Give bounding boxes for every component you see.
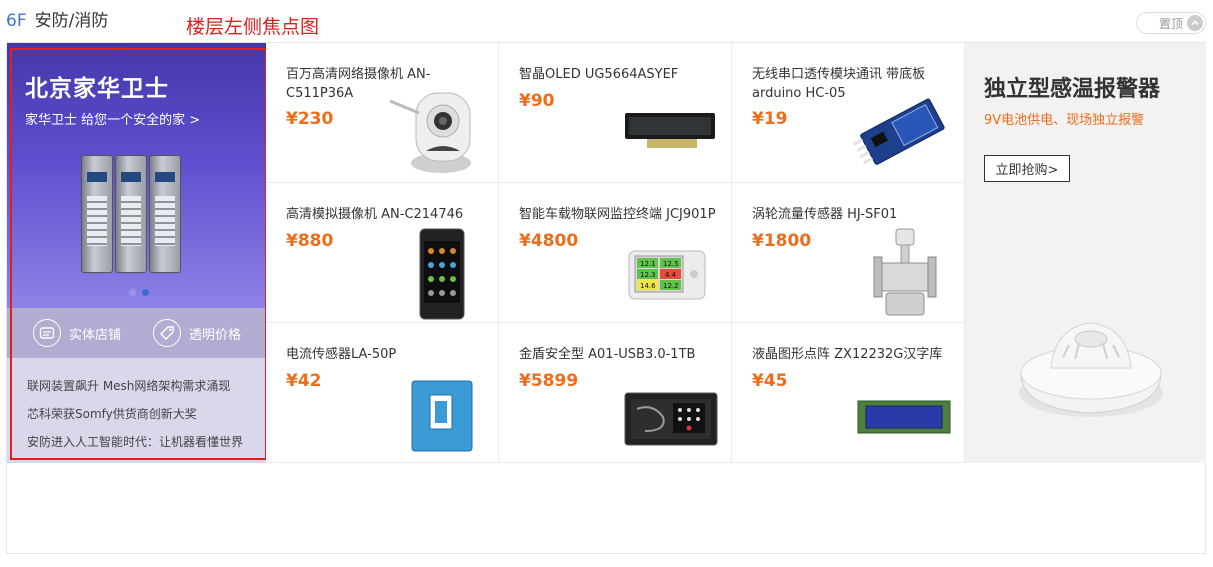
bluetooth-module-icon xyxy=(853,98,945,165)
service-price[interactable]: 透明价格 xyxy=(152,319,241,347)
product-name[interactable]: 液晶图形点阵 ZX12232G汉字库 xyxy=(752,345,956,364)
floor-container: 北京家华卫士 家华卫士 给您一个安全的家 > 实体店铺 透明价格 联网装置飙升 … xyxy=(6,42,1206,554)
chevron-up-icon xyxy=(1187,15,1203,31)
floor-title[interactable]: 安防/消防 xyxy=(35,6,109,31)
price-tag-icon xyxy=(152,319,181,347)
intercom-panel xyxy=(115,155,147,273)
secure-drive-case-icon xyxy=(624,392,718,446)
terminal-readout: 12.2 xyxy=(663,282,679,290)
flow-sensor-icon xyxy=(873,228,937,316)
promo-ad[interactable]: 独立型感温报警器 9V电池供电、现场独立报警 立即抢购> xyxy=(965,43,1206,463)
product-price: ¥880 xyxy=(286,231,334,251)
product-card[interactable]: 百万高清网络摄像机 AN-C511P36A ¥230 xyxy=(266,43,499,183)
product-name[interactable]: 高清模拟摄像机 AN-C214746 xyxy=(286,205,490,224)
product-name[interactable]: 智能车载物联网监控终端 JCJ901P xyxy=(519,205,723,224)
terminal-display-icon: 12.1 12.5 12.3 4.4 14.6 12.2 xyxy=(628,250,706,300)
product-price: ¥90 xyxy=(519,91,555,111)
service-store-label: 实体店铺 xyxy=(68,327,121,343)
back-to-top-label: 置顶 xyxy=(1158,16,1183,31)
carousel-dot[interactable] xyxy=(129,289,136,296)
ad-subtitle: 9V电池供电、现场独立报警 xyxy=(984,113,1145,128)
ad-title: 独立型感温报警器 xyxy=(984,77,1161,102)
webcam-icon xyxy=(389,92,471,173)
product-price: ¥42 xyxy=(286,371,322,391)
terminal-readout: 12.5 xyxy=(663,260,679,268)
product-name[interactable]: 涡轮流量传感器 HJ-SF01 xyxy=(752,205,956,224)
intercom-panel xyxy=(81,155,113,273)
door-intercom-image xyxy=(81,155,191,275)
floor-header: 6F 安防/消防 xyxy=(6,6,108,36)
product-price: ¥4800 xyxy=(519,231,579,251)
carousel-dots xyxy=(129,289,149,296)
product-card[interactable]: 高清模拟摄像机 AN-C214746 ¥880 xyxy=(266,183,499,323)
product-price: ¥19 xyxy=(752,109,788,129)
product-card[interactable]: 涡轮流量传感器 HJ-SF01 ¥1800 xyxy=(732,183,965,323)
product-card[interactable]: 电流传感器LA-50P ¥42 xyxy=(266,323,499,463)
terminal-readout: 12.1 xyxy=(640,260,656,268)
focus-annotation-label: 楼层左侧焦点图 xyxy=(186,16,320,38)
news-item[interactable]: 联网装置飙升 Mesh网络架构需求涌现 xyxy=(27,372,267,400)
intercom-panel xyxy=(149,155,181,273)
terminal-readout: 14.6 xyxy=(640,282,656,290)
terminal-readout: 4.4 xyxy=(665,271,677,279)
oled-module-icon xyxy=(625,113,715,148)
smoke-detector-icon xyxy=(1019,322,1163,417)
store-icon xyxy=(32,319,61,347)
product-name[interactable]: 电流传感器LA-50P xyxy=(286,345,490,364)
service-bar: 实体店铺 透明价格 xyxy=(7,308,267,358)
focus-carousel: 北京家华卫士 家华卫士 给您一个安全的家 > 实体店铺 透明价格 联网装置飙升 … xyxy=(7,43,267,463)
current-sensor-icon xyxy=(411,380,473,452)
product-card[interactable]: 智能车载物联网监控终端 JCJ901P ¥4800 12.1 12.5 12.3… xyxy=(499,183,732,323)
buy-now-button[interactable]: 立即抢购> xyxy=(984,155,1070,182)
floor-number: 6F xyxy=(6,11,27,31)
product-name[interactable]: 智晶OLED UG5664ASYEF xyxy=(519,65,723,84)
banner-brand: 北京家华卫士 xyxy=(25,76,169,102)
service-store[interactable]: 实体店铺 xyxy=(32,319,121,347)
service-price-label: 透明价格 xyxy=(188,327,241,343)
product-name[interactable]: 金盾安全型 A01-USB3.0-1TB xyxy=(519,345,723,364)
banner-slogan-link[interactable]: 家华卫士 给您一个安全的家 > xyxy=(25,109,200,128)
product-price: ¥230 xyxy=(286,109,334,129)
product-card[interactable]: 液晶图形点阵 ZX12232G汉字库 ¥45 xyxy=(732,323,965,463)
product-price: ¥5899 xyxy=(519,371,579,391)
product-grid: 百万高清网络摄像机 AN-C511P36A ¥230 智晶OLED UG5664… xyxy=(266,43,966,463)
news-item[interactable]: 芯科荣获Somfy供货商创新大奖 xyxy=(27,400,267,428)
focus-banner[interactable]: 北京家华卫士 家华卫士 给您一个安全的家 > xyxy=(7,43,267,308)
news-item[interactable]: 安防进入人工智能时代：让机器看懂世界 xyxy=(27,428,267,456)
product-price: ¥1800 xyxy=(752,231,812,251)
news-list: 联网装置飙升 Mesh网络架构需求涌现 芯科荣获Somfy供货商创新大奖 安防进… xyxy=(7,358,267,463)
terminal-readout: 12.3 xyxy=(640,271,656,279)
lcd-module-icon xyxy=(857,400,951,434)
product-card[interactable]: 金盾安全型 A01-USB3.0-1TB ¥5899 xyxy=(499,323,732,463)
monitor-device-icon xyxy=(419,228,465,320)
product-price: ¥45 xyxy=(752,371,788,391)
product-card[interactable]: 无线串口透传模块通讯 带底板arduino HC-05 ¥19 xyxy=(732,43,965,183)
carousel-dot-active[interactable] xyxy=(142,289,149,296)
back-to-top-button[interactable]: 置顶 xyxy=(1136,12,1206,34)
product-card[interactable]: 智晶OLED UG5664ASYEF ¥90 xyxy=(499,43,732,183)
